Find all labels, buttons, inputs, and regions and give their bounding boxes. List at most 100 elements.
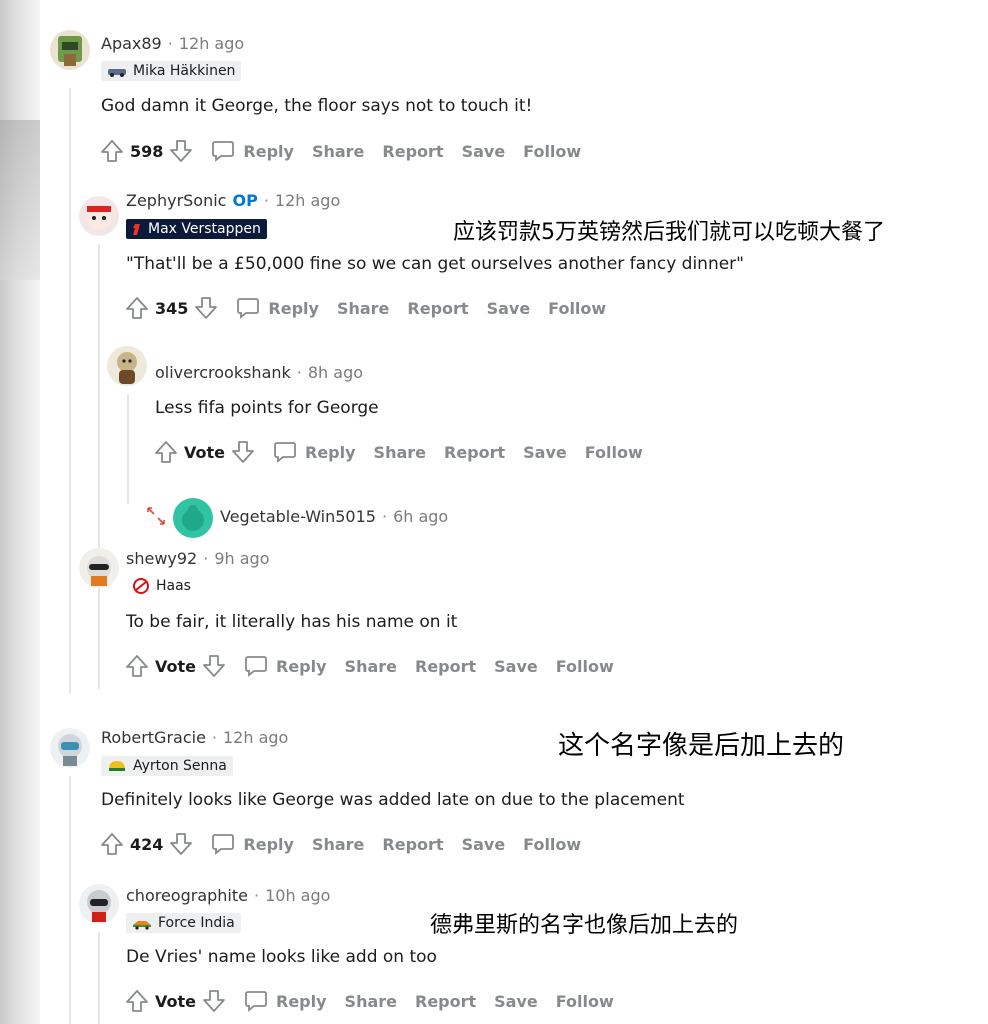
- follow-button[interactable]: Follow: [523, 835, 581, 854]
- vote-score: Vote: [155, 656, 196, 676]
- background-photo-strip: [0, 0, 40, 1024]
- timestamp[interactable]: 12h ago: [179, 34, 244, 53]
- car-icon: [108, 69, 126, 77]
- comment-body: De Vries' name looks like add on too: [126, 947, 437, 967]
- upvote-icon[interactable]: [125, 989, 149, 1013]
- timestamp[interactable]: 12h ago: [275, 191, 340, 210]
- upvote-icon[interactable]: [125, 654, 149, 678]
- chat-bubble-icon: [212, 141, 235, 162]
- timestamp[interactable]: 6h ago: [393, 507, 448, 526]
- downvote-icon[interactable]: [202, 654, 226, 678]
- comment-body: Definitely looks like George was added l…: [101, 790, 685, 810]
- reply-button[interactable]: Reply: [244, 654, 327, 678]
- thread-line: [69, 776, 71, 1024]
- share-button[interactable]: Share: [345, 657, 397, 676]
- timestamp[interactable]: 12h ago: [223, 728, 288, 747]
- timestamp[interactable]: 8h ago: [308, 363, 363, 382]
- downvote-icon[interactable]: [169, 139, 193, 163]
- share-button[interactable]: Share: [337, 299, 389, 318]
- report-button[interactable]: Report: [382, 142, 443, 161]
- save-button[interactable]: Save: [494, 992, 538, 1011]
- comment-actions: 345 Reply Share Report Save Follow: [125, 293, 606, 323]
- separator: ·: [253, 886, 260, 905]
- thread-line: [98, 244, 100, 689]
- follow-button[interactable]: Follow: [523, 142, 581, 161]
- follow-button[interactable]: Follow: [556, 657, 614, 676]
- downvote-icon[interactable]: [231, 440, 255, 464]
- upvote-icon[interactable]: [125, 296, 149, 320]
- save-button[interactable]: Save: [523, 443, 567, 462]
- save-button[interactable]: Save: [494, 657, 538, 676]
- username[interactable]: Apax89: [101, 34, 162, 53]
- downvote-icon[interactable]: [202, 989, 226, 1013]
- reply-button[interactable]: Reply: [211, 832, 294, 856]
- upvote-icon[interactable]: [100, 139, 124, 163]
- upvote-icon[interactable]: [154, 440, 178, 464]
- vote-score: 424: [130, 834, 164, 854]
- report-button[interactable]: Report: [382, 835, 443, 854]
- comment-actions: Vote Reply Share Report Save Follow: [154, 437, 643, 467]
- vote-score: 598: [130, 141, 164, 161]
- avatar[interactable]: [173, 498, 213, 538]
- reply-button[interactable]: Reply: [236, 296, 319, 320]
- comment-body: Less fifa points for George: [155, 398, 379, 418]
- downvote-icon[interactable]: [194, 296, 218, 320]
- save-button[interactable]: Save: [487, 299, 531, 318]
- share-button[interactable]: Share: [312, 835, 364, 854]
- avatar[interactable]: [79, 548, 119, 588]
- username[interactable]: RobertGracie: [101, 728, 206, 747]
- flair-label: Haas: [156, 578, 191, 594]
- report-button[interactable]: Report: [415, 992, 476, 1011]
- username[interactable]: shewy92: [126, 549, 197, 568]
- username[interactable]: choreographite: [126, 886, 248, 905]
- avatar[interactable]: [107, 346, 147, 386]
- share-button[interactable]: Share: [374, 443, 426, 462]
- reply-button[interactable]: Reply: [211, 139, 294, 163]
- chat-bubble-icon: [212, 834, 235, 855]
- vote-score: 345: [155, 298, 189, 318]
- follow-button[interactable]: Follow: [556, 992, 614, 1011]
- user-flair: Mika Häkkinen: [101, 61, 242, 81]
- vote-score: Vote: [155, 991, 196, 1011]
- share-button[interactable]: Share: [345, 992, 397, 1011]
- thread-line: [69, 88, 71, 693]
- username[interactable]: olivercrookshank: [155, 363, 291, 382]
- flair-label: Mika Häkkinen: [133, 63, 236, 79]
- car-icon: [133, 921, 151, 930]
- avatar[interactable]: [79, 196, 119, 236]
- username[interactable]: ZephyrSonic: [126, 191, 226, 210]
- separator: ·: [296, 363, 302, 382]
- username[interactable]: Vegetable-Win5015: [220, 507, 376, 526]
- reply-button[interactable]: Reply: [244, 989, 327, 1013]
- downvote-icon[interactable]: [169, 832, 193, 856]
- haas-logo-icon: [133, 578, 149, 594]
- flair-label: Ayrton Senna: [133, 758, 227, 774]
- save-button[interactable]: Save: [462, 142, 506, 161]
- avatar[interactable]: [79, 884, 119, 924]
- timestamp[interactable]: 10h ago: [265, 886, 330, 905]
- expand-arrows-icon[interactable]: [145, 505, 167, 527]
- upvote-icon[interactable]: [100, 832, 124, 856]
- separator: ·: [203, 549, 209, 568]
- separator: ·: [263, 191, 269, 210]
- follow-button[interactable]: Follow: [548, 299, 606, 318]
- chat-bubble-icon: [245, 656, 267, 677]
- reply-button[interactable]: Reply: [273, 440, 356, 464]
- report-button[interactable]: Report: [415, 657, 476, 676]
- user-flair: Max Verstappen: [126, 219, 267, 239]
- follow-button[interactable]: Follow: [585, 443, 643, 462]
- user-flair: Force India: [126, 913, 241, 933]
- report-button[interactable]: Report: [444, 443, 505, 462]
- comment-actions: Vote Reply Share Report Save Follow: [125, 651, 614, 681]
- share-button[interactable]: Share: [312, 142, 364, 161]
- annotation-text: 应该罚款5万英镑然后我们就可以吃顿大餐了: [453, 220, 885, 245]
- avatar[interactable]: [50, 728, 90, 768]
- thread-line: [98, 932, 100, 1024]
- chat-bubble-icon: [274, 442, 296, 463]
- avatar[interactable]: [50, 30, 90, 70]
- chat-bubble-icon: [245, 991, 267, 1012]
- timestamp[interactable]: 9h ago: [214, 549, 269, 568]
- report-button[interactable]: Report: [407, 299, 468, 318]
- save-button[interactable]: Save: [462, 835, 506, 854]
- vote-score: Vote: [184, 442, 225, 462]
